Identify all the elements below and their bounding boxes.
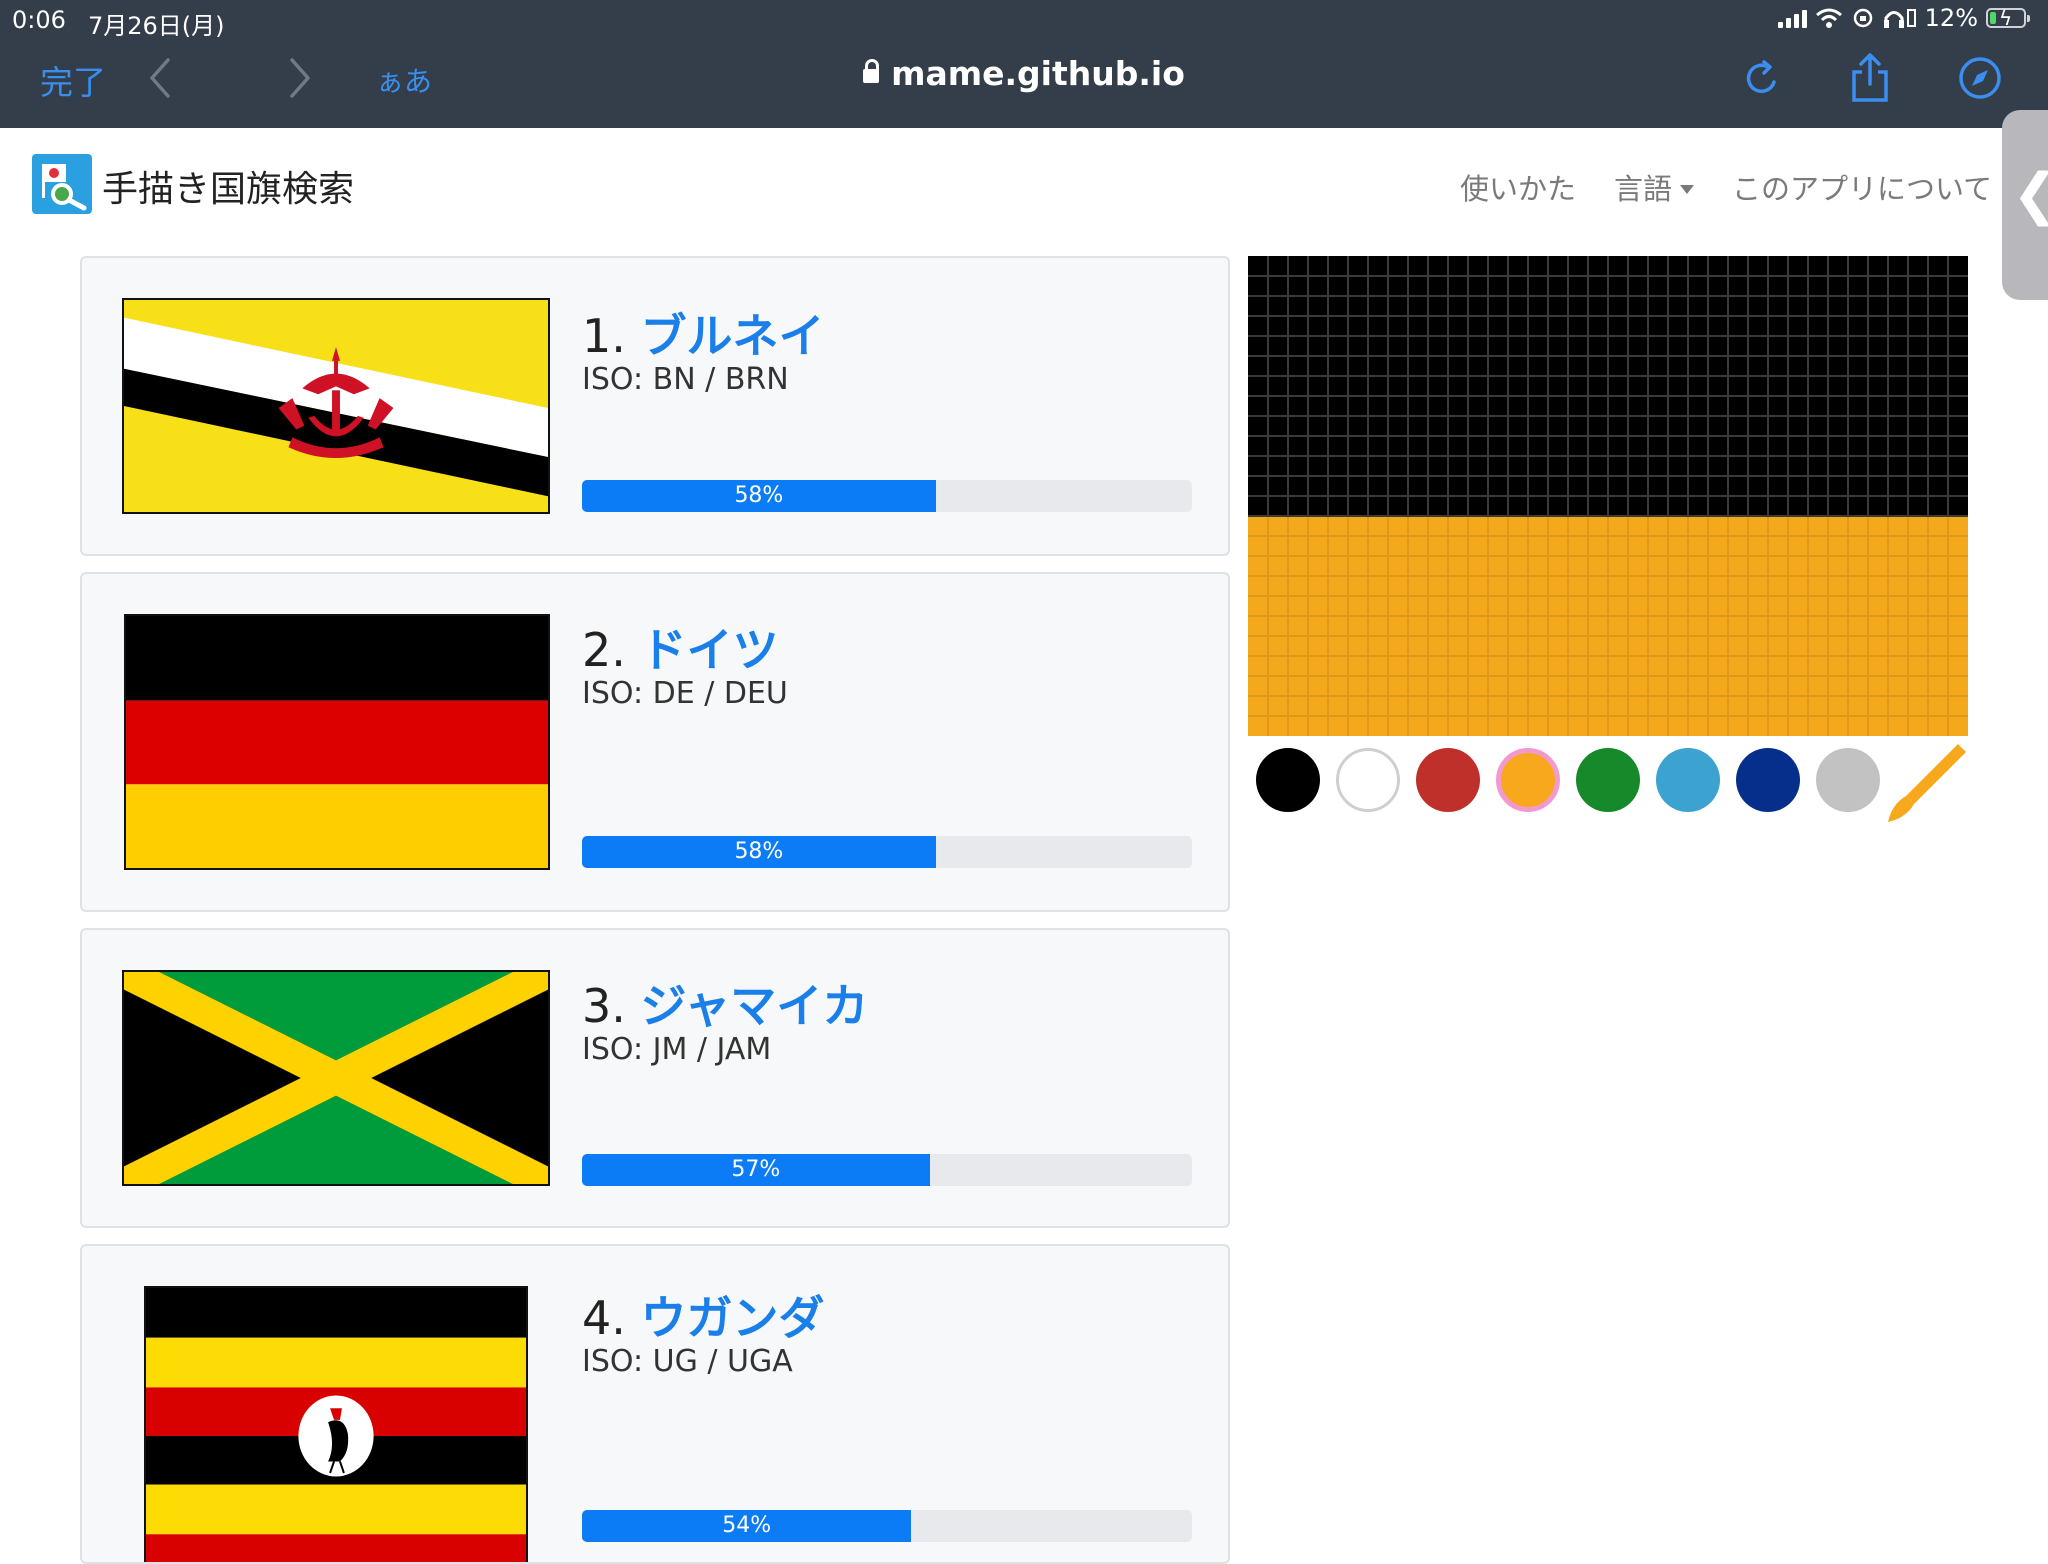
color-swatch[interactable] [1256, 748, 1320, 812]
flag-image-uganda [144, 1286, 528, 1562]
iso-code: ISO: DE / DEU [582, 676, 788, 711]
result-card-jamaica[interactable]: 3. ジャマイカ ISO: JM / JAM 57% [80, 928, 1230, 1228]
orientation-lock-icon [1853, 8, 1872, 28]
status-icons: 12% ϟ [1777, 4, 2030, 32]
country-name-link[interactable]: ブルネイ [641, 309, 825, 363]
done-button[interactable]: 完了 [40, 56, 106, 104]
result-title: 2. ドイツ [582, 614, 779, 680]
color-swatch[interactable] [1336, 748, 1400, 812]
result-title: 1. ブルネイ [582, 300, 825, 366]
result-rank: 4. [582, 1291, 626, 1345]
country-name-link[interactable]: ジャマイカ [641, 979, 869, 1033]
iso-code: ISO: BN / BRN [582, 362, 789, 397]
iso-code: ISO: JM / JAM [582, 1032, 772, 1067]
result-card-germany[interactable]: 2. ドイツ ISO: DE / DEU 58% [80, 572, 1230, 912]
side-panel-handle[interactable]: ❮ [2002, 110, 2048, 300]
reload-icon[interactable] [1738, 52, 1786, 104]
country-name-link[interactable]: ウガンダ [641, 1291, 825, 1345]
nav-about-link[interactable]: このアプリについて [1732, 166, 1992, 208]
nav-language-dropdown[interactable]: 言語 [1614, 166, 1695, 208]
iso-code: ISO: UG / UGA [582, 1344, 793, 1379]
site-navbar: 手描き国旗検索 使いかた 言語 このアプリについて [0, 128, 2048, 238]
country-name-link[interactable]: ドイツ [641, 623, 779, 677]
color-swatch[interactable] [1496, 748, 1560, 812]
color-swatch[interactable] [1416, 748, 1480, 812]
match-progress-bar: 58% [582, 836, 1192, 868]
match-progress-fill: 58% [582, 836, 936, 868]
forward-icon[interactable] [280, 52, 320, 104]
back-icon[interactable] [140, 52, 180, 104]
status-date: 7月26日(月) [88, 12, 225, 40]
compass-icon[interactable] [1956, 52, 2004, 104]
battery-icon: ϟ [1986, 6, 2030, 30]
caret-down-icon [1680, 185, 1695, 194]
result-rank: 1. [582, 309, 626, 363]
result-card-brunei[interactable]: 1. ブルネイ ISO: BN / BRN 58% [80, 256, 1230, 556]
share-icon[interactable] [1846, 52, 1894, 104]
headphones-icon [1883, 9, 1916, 28]
wifi-icon [1815, 8, 1842, 28]
result-rank: 2. [582, 623, 626, 677]
result-card-uganda[interactable]: 4. ウガンダ ISO: UG / UGA 54% [80, 1244, 1230, 1564]
result-rank: 3. [582, 979, 626, 1033]
color-swatch[interactable] [1736, 748, 1800, 812]
battery-percent: 12% [1924, 4, 1978, 32]
url-text: mame.github.io [891, 54, 1185, 93]
match-progress-bar: 58% [582, 480, 1192, 512]
app-logo-icon[interactable] [32, 154, 92, 214]
match-progress-bar: 57% [582, 1154, 1192, 1186]
app-title[interactable]: 手描き国旗検索 [102, 160, 354, 212]
browser-chrome: 0:06 7月26日(月) 12% ϟ 完了 ぁあ mame.github.io [0, 0, 2048, 128]
match-progress-fill: 54% [582, 1510, 912, 1542]
text-size-button[interactable]: ぁあ [376, 60, 432, 100]
color-swatch[interactable] [1816, 748, 1880, 812]
pen-tool-icon[interactable] [1880, 738, 1970, 828]
result-title: 4. ウガンダ [582, 1282, 825, 1348]
match-progress-fill: 58% [582, 480, 936, 512]
color-swatch[interactable] [1576, 748, 1640, 812]
nav-language-label: 言語 [1614, 172, 1673, 206]
url-field[interactable]: mame.github.io [863, 54, 1185, 93]
result-title: 3. ジャマイカ [582, 970, 868, 1036]
flag-image-brunei [122, 298, 550, 514]
flag-image-jamaica [122, 970, 550, 1186]
drawing-canvas[interactable] [1248, 256, 1968, 736]
lock-icon [863, 59, 880, 83]
chevron-left-icon: ❮ [2012, 162, 2048, 227]
match-progress-bar: 54% [582, 1510, 1192, 1542]
nav-usage-link[interactable]: 使いかた [1460, 166, 1576, 208]
status-time: 0:06 [12, 6, 66, 34]
cellular-signal-icon [1777, 8, 1807, 28]
color-swatch[interactable] [1656, 748, 1720, 812]
flag-image-germany [124, 614, 550, 870]
match-progress-fill: 57% [582, 1154, 930, 1186]
